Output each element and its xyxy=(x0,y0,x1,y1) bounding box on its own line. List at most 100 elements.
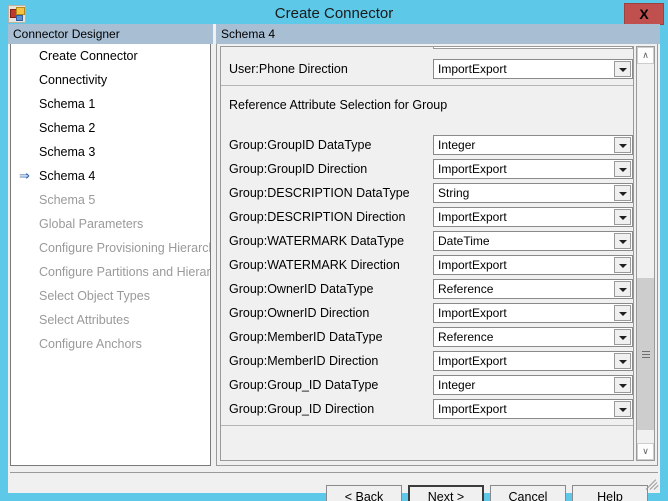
field-label: Group:MemberID DataType xyxy=(229,330,383,344)
chevron-down-icon[interactable] xyxy=(614,401,631,417)
chevron-down-icon[interactable] xyxy=(614,305,631,321)
sidebar-item-schema-2[interactable]: Schema 2 xyxy=(11,116,210,140)
resize-grip-icon[interactable] xyxy=(642,475,659,491)
chevron-down-icon[interactable] xyxy=(614,61,631,77)
dropdown-value: ImportExport xyxy=(438,402,507,416)
field-label: Group:OwnerID Direction xyxy=(229,306,370,320)
create-connector-window: Create Connector X Connector Designer Sc… xyxy=(0,0,668,501)
dropdown-group-watermark-datatype[interactable]: DateTime xyxy=(433,231,633,251)
sidebar-item-label: Configure Anchors xyxy=(39,337,142,351)
dropdown-group-description-datatype[interactable]: String xyxy=(433,183,633,203)
chevron-down-icon[interactable] xyxy=(614,257,631,273)
form-row-group-description-direction: Group:DESCRIPTION Direction ImportExport xyxy=(221,205,633,229)
dropdown-value: Reference xyxy=(438,282,494,296)
form-row-group-groupid-datatype: Group:GroupID DataType Integer xyxy=(221,133,633,157)
sidebar-item-create-connector[interactable]: Create Connector xyxy=(11,44,210,68)
sidebar-item-connectivity[interactable]: Connectivity xyxy=(11,68,210,92)
dropdown-group-memberid-direction[interactable]: ImportExport xyxy=(433,351,633,371)
sidebar-item-schema-3[interactable]: Schema 3 xyxy=(11,140,210,164)
dropdown-value: ImportExport xyxy=(438,354,507,368)
connector-designer-header: Connector Designer xyxy=(8,24,213,44)
active-step-arrow-icon: ⇒ xyxy=(19,168,30,183)
sidebar-item-label: Global Parameters xyxy=(39,217,144,231)
section-divider xyxy=(221,85,633,86)
field-label: Group:MemberID Direction xyxy=(229,354,379,368)
form-row-group-memberid-direction: Group:MemberID Direction ImportExport xyxy=(221,349,633,373)
section-heading: Reference Attribute Selection for Group xyxy=(229,98,448,112)
dropdown-group-group-id-direction[interactable]: ImportExport xyxy=(433,399,633,419)
scroll-down-button[interactable]: ∨ xyxy=(637,443,654,460)
dropdown-value: ImportExport xyxy=(438,162,507,176)
field-label: Group:OwnerID DataType xyxy=(229,282,374,296)
sidebar-item-global-parameters: Global Parameters xyxy=(11,212,210,236)
form-row-group-watermark-datatype: Group:WATERMARK DataType DateTime xyxy=(221,229,633,253)
dropdown-group-description-direction[interactable]: ImportExport xyxy=(433,207,633,227)
sidebar-item-label: Schema 3 xyxy=(39,145,96,159)
dropdown-user-phone-direction[interactable]: ImportExport xyxy=(433,59,633,79)
chevron-down-icon[interactable] xyxy=(614,209,631,225)
cancel-button[interactable]: Cancel xyxy=(490,485,566,501)
field-label: Group:WATERMARK DataType xyxy=(229,234,405,248)
next-button[interactable]: Next > xyxy=(408,485,484,501)
field-label: Group:GroupID Direction xyxy=(229,162,368,176)
dropdown-value: Reference xyxy=(438,330,494,344)
sidebar-item-select-attributes: Select Attributes xyxy=(11,308,210,332)
dropdown-group-groupid-direction[interactable]: ImportExport xyxy=(433,159,633,179)
vertical-scrollbar[interactable]: ∧ ∨ xyxy=(636,46,655,461)
sidebar-item-label: Schema 5 xyxy=(39,193,96,207)
schema-scroll-area: User:Phone Direction ImportExport Referenc… xyxy=(220,46,634,461)
sidebar-item-label: Create Connector xyxy=(39,49,138,63)
scroll-up-button[interactable]: ∧ xyxy=(637,47,654,64)
dropdown-group-watermark-direction[interactable]: ImportExport xyxy=(433,255,633,275)
dropdown-value: Integer xyxy=(438,378,476,392)
sidebar-item-schema-1[interactable]: Schema 1 xyxy=(11,92,210,116)
dialog-body: Connector Designer Schema 4 Create Conne… xyxy=(8,24,660,501)
dropdown-value: String xyxy=(438,186,470,200)
help-button[interactable]: Help xyxy=(572,485,648,501)
schema-panel-header: Schema 4 xyxy=(216,24,660,44)
chevron-down-icon[interactable] xyxy=(614,233,631,249)
dropdown-group-group-id-datatype[interactable]: Integer xyxy=(433,375,633,395)
dropdown-value: ImportExport xyxy=(438,306,507,320)
form-row-group-ownerid-datatype: Group:OwnerID DataType Reference xyxy=(221,277,633,301)
form-row-group-group-id-direction: Group:Group_ID Direction ImportExport xyxy=(221,397,633,421)
sidebar-item-label: Connectivity xyxy=(39,73,108,87)
footer-button-bar: < Back Next > Cancel Help xyxy=(8,473,660,501)
clipped-dropdown-top xyxy=(433,47,633,49)
dropdown-group-ownerid-direction[interactable]: ImportExport xyxy=(433,303,633,323)
form-row-group-group-id-datatype: Group:Group_ID DataType Integer xyxy=(221,373,633,397)
chevron-down-icon[interactable] xyxy=(614,329,631,345)
sidebar-item-label: Schema 4 xyxy=(39,169,96,183)
field-label: Group:DESCRIPTION Direction xyxy=(229,210,406,224)
form-row-group-description-datatype: Group:DESCRIPTION DataType String xyxy=(221,181,633,205)
dropdown-group-memberid-datatype[interactable]: Reference xyxy=(433,327,633,347)
chevron-down-icon[interactable] xyxy=(614,137,631,153)
sidebar-item-label: Configure Provisioning Hierarchy xyxy=(39,241,211,255)
field-label: User:Phone Direction xyxy=(229,62,348,76)
chevron-down-icon[interactable] xyxy=(614,161,631,177)
form-row-group-watermark-direction: Group:WATERMARK Direction ImportExport xyxy=(221,253,633,277)
close-button[interactable]: X xyxy=(624,3,664,25)
sidebar-item-schema-4[interactable]: ⇒ Schema 4 xyxy=(11,164,210,188)
form-row-group-groupid-direction: Group:GroupID Direction ImportExport xyxy=(221,157,633,181)
field-label: Group:DESCRIPTION DataType xyxy=(229,186,410,200)
sidebar-item-configure-anchors: Configure Anchors xyxy=(11,332,210,356)
scrollbar-grip-icon xyxy=(642,351,650,358)
sidebar-item-schema-5: Schema 5 xyxy=(11,188,210,212)
sidebar-item-label: Schema 2 xyxy=(39,121,96,135)
chevron-down-icon[interactable] xyxy=(614,353,631,369)
field-label: Group:GroupID DataType xyxy=(229,138,372,152)
schema-content-panel: User:Phone Direction ImportExport Referenc… xyxy=(216,44,658,466)
form-row-user-phone-direction: User:Phone Direction ImportExport xyxy=(221,57,633,81)
scrollbar-thumb[interactable] xyxy=(637,278,654,430)
wizard-step-list: Create Connector Connectivity Schema 1 Sche… xyxy=(10,44,211,466)
chevron-down-icon[interactable] xyxy=(614,185,631,201)
chevron-down-icon[interactable] xyxy=(614,281,631,297)
chevron-down-icon[interactable] xyxy=(614,377,631,393)
back-button[interactable]: < Back xyxy=(326,485,402,501)
dropdown-group-groupid-datatype[interactable]: Integer xyxy=(433,135,633,155)
bottom-divider xyxy=(221,425,633,426)
dropdown-group-ownerid-datatype[interactable]: Reference xyxy=(433,279,633,299)
dropdown-value: DateTime xyxy=(438,234,490,248)
dropdown-value: ImportExport xyxy=(438,62,507,76)
